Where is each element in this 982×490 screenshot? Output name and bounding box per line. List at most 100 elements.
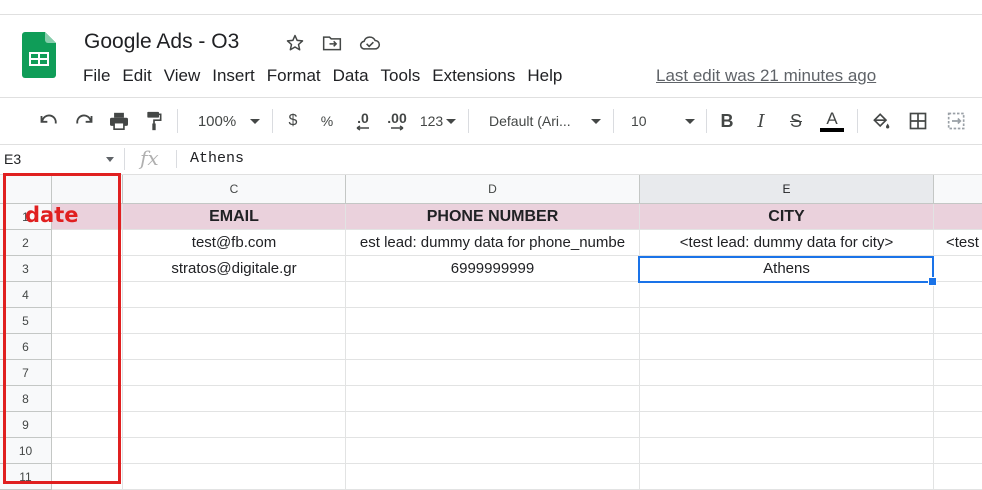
redo-icon[interactable] xyxy=(71,109,97,133)
grid-cell[interactable]: stratos@digitale.gr xyxy=(123,256,346,282)
grid-cell[interactable]: <test lead: dummy data for city> xyxy=(640,230,934,256)
cloud-saved-icon[interactable] xyxy=(359,32,381,54)
column-header-d[interactable]: D xyxy=(346,175,640,204)
grid-cell[interactable] xyxy=(346,360,640,386)
grid-cell[interactable]: PHONE NUMBER xyxy=(346,204,640,230)
grid-cell[interactable] xyxy=(934,308,982,334)
paint-format-icon[interactable] xyxy=(141,109,167,133)
menu-format[interactable]: Format xyxy=(261,66,327,86)
row-header[interactable]: 2 xyxy=(0,230,52,256)
move-to-folder-icon[interactable] xyxy=(321,32,343,54)
grid-cell[interactable] xyxy=(52,412,123,438)
fill-handle[interactable] xyxy=(928,277,937,286)
bold-button[interactable]: B xyxy=(716,109,738,133)
grid-cell[interactable] xyxy=(123,360,346,386)
grid-cell[interactable] xyxy=(934,282,982,308)
italic-button[interactable]: I xyxy=(750,109,772,133)
grid-cell[interactable] xyxy=(346,464,640,490)
column-header-c[interactable]: C xyxy=(123,175,346,204)
text-color-button[interactable]: A xyxy=(818,109,846,133)
grid-cell[interactable] xyxy=(640,282,934,308)
grid-cell[interactable]: <test xyxy=(934,230,982,256)
menu-view[interactable]: View xyxy=(158,66,207,86)
grid-cell[interactable] xyxy=(640,334,934,360)
grid-cell[interactable]: EMAIL xyxy=(123,204,346,230)
grid-cell[interactable]: test@fb.com xyxy=(123,230,346,256)
borders-icon[interactable] xyxy=(906,109,930,133)
column-header-e[interactable]: E xyxy=(640,175,934,204)
grid-cell[interactable] xyxy=(934,334,982,360)
row-header[interactable]: 3 xyxy=(0,256,52,282)
grid-cell[interactable] xyxy=(52,256,123,282)
undo-icon[interactable] xyxy=(36,109,62,133)
row-header[interactable]: 4 xyxy=(0,282,52,308)
last-edit-link[interactable]: Last edit was 21 minutes ago xyxy=(656,66,876,86)
grid-cell[interactable] xyxy=(934,256,982,282)
grid-cell[interactable] xyxy=(52,360,123,386)
increase-decimal-button[interactable]: .00 xyxy=(383,109,411,133)
grid-cell[interactable] xyxy=(346,386,640,412)
grid-cell[interactable] xyxy=(640,412,934,438)
row-header[interactable]: 7 xyxy=(0,360,52,386)
grid-cell[interactable] xyxy=(123,282,346,308)
font-family-select[interactable]: Default (Ari... xyxy=(489,109,601,133)
chevron-down-icon[interactable] xyxy=(106,157,114,162)
grid-cell[interactable] xyxy=(52,464,123,490)
grid-cell[interactable] xyxy=(52,230,123,256)
column-header-b[interactable] xyxy=(52,175,123,204)
grid-cell[interactable] xyxy=(52,282,123,308)
percent-format-button[interactable]: % xyxy=(318,109,336,133)
name-box[interactable]: E3 xyxy=(4,151,21,167)
row-header[interactable]: 9 xyxy=(0,412,52,438)
grid-cell[interactable] xyxy=(640,308,934,334)
more-formats-button[interactable]: 123 xyxy=(418,109,458,133)
grid-cell[interactable] xyxy=(934,360,982,386)
grid-cell[interactable] xyxy=(123,308,346,334)
print-icon[interactable] xyxy=(106,109,132,133)
star-icon[interactable] xyxy=(284,32,306,54)
grid-cell[interactable]: est lead: dummy data for phone_numbe xyxy=(346,230,640,256)
grid-cell[interactable] xyxy=(52,308,123,334)
menu-help[interactable]: Help xyxy=(521,66,568,86)
row-header[interactable]: 6 xyxy=(0,334,52,360)
grid-cell[interactable] xyxy=(123,412,346,438)
strikethrough-button[interactable]: S xyxy=(785,109,807,133)
grid-cell[interactable] xyxy=(640,438,934,464)
zoom-select[interactable]: 100% xyxy=(194,109,264,133)
currency-format-button[interactable]: $ xyxy=(284,109,302,133)
grid-cell[interactable] xyxy=(123,464,346,490)
grid-cell[interactable] xyxy=(934,412,982,438)
select-all-corner[interactable] xyxy=(0,175,52,204)
row-header[interactable]: 5 xyxy=(0,308,52,334)
menu-tools[interactable]: Tools xyxy=(375,66,427,86)
grid-cell[interactable]: CITY xyxy=(640,204,934,230)
grid-cell[interactable] xyxy=(640,360,934,386)
grid-cell[interactable] xyxy=(123,334,346,360)
row-header[interactable]: 11 xyxy=(0,464,52,490)
grid-cell[interactable]: 6999999999 xyxy=(346,256,640,282)
formula-input[interactable]: Athens xyxy=(190,150,244,167)
grid-cell[interactable] xyxy=(640,464,934,490)
grid-cell[interactable] xyxy=(52,334,123,360)
grid-cell[interactable] xyxy=(123,386,346,412)
grid-cell[interactable] xyxy=(934,204,982,230)
menu-insert[interactable]: Insert xyxy=(206,66,261,86)
document-title[interactable]: Google Ads - O3 xyxy=(84,30,239,54)
grid-cell[interactable] xyxy=(52,438,123,464)
column-header-f[interactable] xyxy=(934,175,982,204)
fill-color-icon[interactable] xyxy=(869,109,893,133)
menu-file[interactable]: File xyxy=(83,66,116,86)
grid-cell[interactable]: Athens xyxy=(640,256,934,282)
grid-cell[interactable] xyxy=(346,438,640,464)
font-size-select[interactable]: 10 xyxy=(631,109,695,133)
grid-cell[interactable] xyxy=(123,438,346,464)
merge-cells-icon[interactable] xyxy=(944,109,970,133)
grid-cell[interactable] xyxy=(346,412,640,438)
grid-cell[interactable] xyxy=(52,386,123,412)
menu-extensions[interactable]: Extensions xyxy=(426,66,521,86)
decrease-decimal-button[interactable]: .0 xyxy=(350,109,376,133)
menu-data[interactable]: Data xyxy=(327,66,375,86)
grid-cell[interactable] xyxy=(346,334,640,360)
menu-edit[interactable]: Edit xyxy=(116,66,157,86)
row-header[interactable]: 8 xyxy=(0,386,52,412)
